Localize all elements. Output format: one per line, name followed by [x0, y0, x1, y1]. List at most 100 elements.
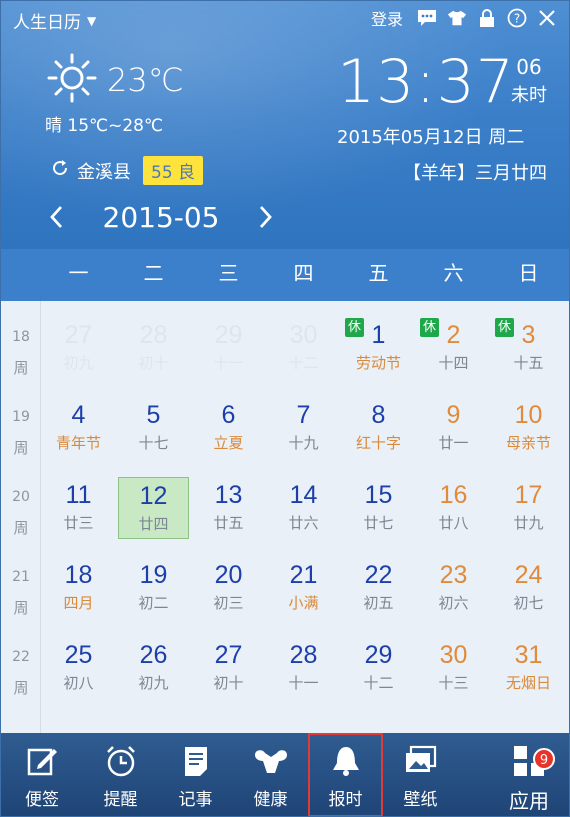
toolbar-button-health[interactable]: 健康 [233, 733, 308, 816]
app-title-menu[interactable]: 人生日历 ▼ [13, 8, 96, 33]
day-number: 29 [364, 641, 393, 669]
day-cell[interactable]: 休 2 十四 [416, 301, 491, 381]
week-number-value: 20 [12, 489, 30, 505]
day-cell[interactable]: 5 十七 [116, 381, 191, 461]
day-cell[interactable]: 30 十三 [416, 621, 491, 701]
skin-icon[interactable] [447, 8, 467, 28]
day-cell[interactable]: 26 初九 [116, 621, 191, 701]
day-cell[interactable]: 9 廿一 [416, 381, 491, 461]
day-cell[interactable]: 25 初八 [41, 621, 116, 701]
day-cell[interactable]: 16 廿八 [416, 461, 491, 541]
toolbar-label: 记事 [178, 790, 213, 810]
full-date: 2015年05月12日 周二 [337, 127, 525, 148]
weekday-thu: 四 [293, 261, 314, 285]
day-lunar-label: 廿三 [63, 514, 94, 532]
day-cell[interactable]: 24 初七 [491, 541, 566, 621]
clock-time: 13:37 [337, 47, 515, 117]
day-cell[interactable]: 休 3 十五 [491, 301, 566, 381]
day-cell[interactable]: 29 十一 [191, 301, 266, 381]
day-cell[interactable]: 30 十二 [266, 301, 341, 381]
day-number: 27 [214, 641, 243, 669]
city-name: 金溪县 [77, 161, 131, 183]
week-number: 21 周 [1, 569, 41, 618]
day-cell[interactable]: 20 初三 [191, 541, 266, 621]
current-month-label[interactable]: 2015-05 [71, 201, 251, 234]
day-lunar-label: 初七 [513, 594, 544, 612]
toolbar-button-alarm[interactable]: 提醒 [83, 733, 158, 816]
toolbar-button-bell[interactable]: 报时 [308, 733, 383, 816]
message-icon[interactable] [417, 8, 437, 28]
toolbar-label: 提醒 [103, 790, 138, 810]
next-month-arrow-icon[interactable] [251, 199, 281, 235]
day-lunar-label: 初八 [63, 674, 94, 692]
day-lunar-label: 廿七 [363, 514, 394, 532]
day-number: 11 [65, 481, 92, 509]
day-cell[interactable]: 12 廿四 [118, 477, 189, 539]
week-number-value: 18 [12, 329, 30, 345]
prev-month-arrow-icon[interactable] [41, 199, 71, 235]
day-cell[interactable]: 17 廿九 [491, 461, 566, 541]
day-cell[interactable]: 11 廿三 [41, 461, 116, 541]
day-cell[interactable]: 31 无烟日 [491, 621, 566, 701]
day-number: 23 [439, 561, 468, 589]
day-cell[interactable]: 28 十一 [266, 621, 341, 701]
day-cell[interactable]: 4 青年节 [41, 381, 116, 461]
day-cell[interactable]: 27 初九 [41, 301, 116, 381]
refresh-icon[interactable] [51, 159, 69, 182]
day-lunar-label: 十四 [438, 354, 469, 372]
day-lunar-label: 十三 [438, 674, 469, 692]
toolbar-button-apps[interactable]: 应用 9 [489, 733, 569, 816]
day-cell[interactable]: 8 红十字 [341, 381, 416, 461]
day-lunar-label: 廿八 [438, 514, 469, 532]
close-icon[interactable] [537, 8, 557, 28]
toolbar-button-journal[interactable]: 记事 [158, 733, 233, 816]
day-cell[interactable]: 14 廿六 [266, 461, 341, 541]
toolbar-label: 应用 [509, 789, 549, 813]
week-label: 周 [13, 519, 29, 537]
help-icon[interactable]: ? [507, 8, 527, 28]
week-label: 周 [13, 679, 29, 697]
day-number: 13 [214, 481, 243, 509]
day-cell[interactable]: 7 十九 [266, 381, 341, 461]
weekday-header: 一 二 三 四 五 六 日 [1, 249, 569, 301]
journal-icon [158, 743, 233, 783]
day-cell[interactable]: 10 母亲节 [491, 381, 566, 461]
lock-icon[interactable] [477, 8, 497, 28]
day-cell[interactable]: 23 初六 [416, 541, 491, 621]
weekday-sat: 六 [443, 261, 464, 285]
day-lunar-label: 十二 [363, 674, 394, 692]
day-cell[interactable]: 18 四月 [41, 541, 116, 621]
day-number: 15 [364, 481, 393, 509]
day-cell[interactable]: 27 初十 [191, 621, 266, 701]
location-selector[interactable]: 金溪县 55 良 [51, 156, 204, 185]
day-cell[interactable]: 休 1 劳动节 [341, 301, 416, 381]
day-cell[interactable]: 22 初五 [341, 541, 416, 621]
day-number: 28 [139, 321, 168, 349]
day-cell[interactable]: 29 十二 [341, 621, 416, 701]
day-cell[interactable]: 15 廿七 [341, 461, 416, 541]
day-lunar-label: 无烟日 [505, 674, 551, 692]
day-lunar-label: 廿九 [513, 514, 544, 532]
day-cell[interactable]: 21 小满 [266, 541, 341, 621]
week-number: 19 周 [1, 409, 41, 458]
day-cell[interactable]: 28 初十 [116, 301, 191, 381]
day-cell[interactable]: 6 立夏 [191, 381, 266, 461]
day-cell[interactable]: 13 廿五 [191, 461, 266, 541]
bell-icon [308, 743, 383, 783]
day-cell[interactable]: 19 初二 [116, 541, 191, 621]
day-number: 30 [289, 321, 318, 349]
shichen-label: 未时 [511, 85, 547, 106]
day-number: 17 [514, 481, 543, 509]
day-lunar-label: 十九 [288, 434, 319, 452]
aqi-badge[interactable]: 55 良 [143, 156, 204, 185]
toolbar-label: 壁纸 [403, 790, 438, 810]
login-link[interactable]: 登录 [371, 6, 403, 30]
toolbar-button-note[interactable]: 便签 [1, 733, 83, 816]
day-lunar-label: 初九 [138, 674, 169, 692]
day-lunar-label: 初三 [213, 594, 244, 612]
day-lunar-label: 廿四 [138, 515, 169, 533]
calendar-grid: 18 周 19 周 20 周 21 周 22 周 27 初九 28 初十 29 十一 30 十二 休 1 劳动节休 2 十… [1, 301, 569, 733]
toolbar-button-wallpaper[interactable]: 壁纸 [383, 733, 458, 816]
rest-day-badge: 休 [495, 318, 514, 337]
weather-current[interactable]: 23℃ [45, 51, 184, 109]
